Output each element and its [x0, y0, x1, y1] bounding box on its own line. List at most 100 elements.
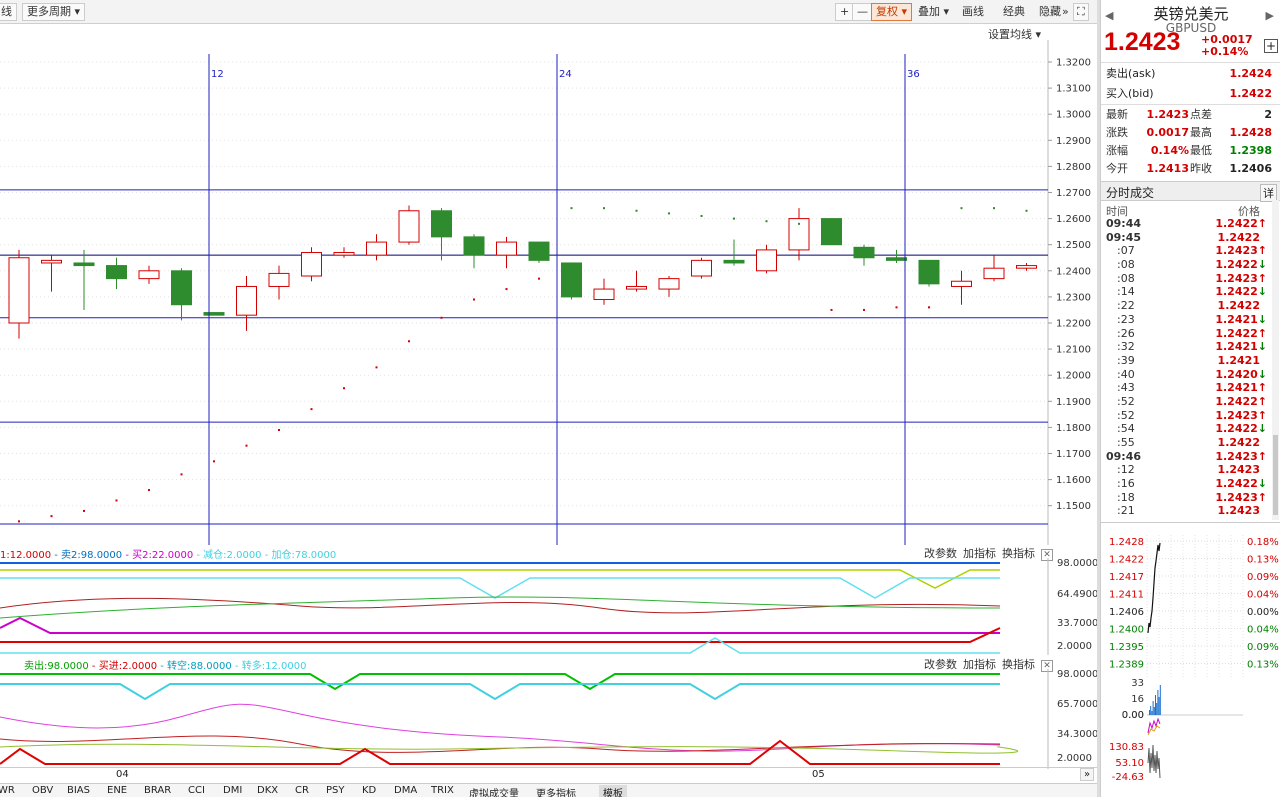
draw-line-button[interactable]: 画线 — [957, 3, 989, 21]
arrow-down-icon: ↓ — [1257, 258, 1267, 272]
indicator-tab[interactable]: TRIX — [431, 785, 454, 796]
mini-pct-label: 0.18% — [1247, 537, 1279, 548]
arrow-up-icon: ↑ — [1257, 408, 1267, 422]
ticks-scroll-thumb[interactable] — [1273, 435, 1278, 515]
tick-time: 09:44 — [1106, 217, 1142, 230]
tick-time: 09:46 — [1106, 449, 1142, 463]
ind1-tick-label: 98.0000 — [1057, 558, 1097, 569]
mini-pct-label: 0.09% — [1247, 572, 1279, 583]
indicator-tab[interactable]: BRAR — [144, 785, 171, 796]
tick-price: 1.2420↓ — [1215, 367, 1267, 381]
fullscreen-icon[interactable]: ⛶ — [1073, 3, 1089, 21]
indicator-tab[interactable]: 更多指标 — [536, 785, 576, 797]
sar-dot — [830, 308, 833, 311]
classic-button[interactable]: 经典 — [998, 3, 1030, 21]
tick-price: 1.2423 — [1217, 504, 1260, 518]
add-watchlist-button[interactable]: + — [1264, 39, 1278, 53]
tick-price: 1.2423↑ — [1215, 408, 1267, 422]
arrow-down-icon: ↓ — [1257, 477, 1267, 491]
tick-price: 1.2422↓ — [1215, 285, 1267, 299]
tick-price: 1.2422 — [1217, 436, 1260, 449]
stat-row: 涨幅 0.14% 最低 1.2398 — [1101, 142, 1280, 160]
ticks-scrollbar[interactable] — [1272, 200, 1279, 520]
period-marker-label: 36 — [907, 69, 920, 80]
ind2-tick-label: 34.3000 — [1057, 729, 1097, 740]
mini-pct-label: 0.00% — [1247, 607, 1279, 618]
stat-value: 1.2428 — [1229, 126, 1272, 139]
indicator-tab[interactable]: KD — [362, 785, 376, 796]
indicator-tab[interactable]: CCI — [188, 785, 205, 796]
candle-body — [691, 259, 712, 277]
sar-dot — [213, 460, 215, 463]
mini-price-label: 1.2417 — [1109, 572, 1144, 583]
indicator1-chart[interactable]: 98.0000 64.4900 33.7000 2.0000 — [0, 558, 1097, 655]
indicator-tab[interactable]: WR — [0, 785, 15, 796]
mini-vol-bar — [1158, 697, 1160, 715]
period-marker-label: 12 — [211, 69, 224, 80]
more-toolbar-icon[interactable]: » — [1057, 3, 1074, 21]
indicator-tab[interactable]: CR — [295, 785, 309, 796]
stat-value: 1.2413 — [1146, 162, 1189, 175]
ticks-list[interactable]: 09:44 1.2422↑ 09:45 1.2422:07 1.2423↑:08 1.24… — [1101, 217, 1271, 518]
candle-body — [463, 236, 485, 256]
more-period-dropdown[interactable]: 更多周期 ▾ — [22, 3, 86, 21]
mini-macd-signal — [1147, 725, 1161, 736]
ind1-line-cyan2 — [0, 637, 1000, 654]
tick-row: :40 1.2420↓ — [1101, 368, 1271, 382]
mini-vol-bar — [1157, 690, 1159, 715]
sar-dot — [505, 288, 508, 291]
rights-dropdown[interactable]: 复权 ▾ — [871, 3, 913, 21]
tick-price: 1.2421 — [1217, 353, 1260, 367]
intraday-mini-chart[interactable]: 1.2428 0.18% 1.2422 0.13% 1.2417 0.09% 1.2411 0… — [1101, 522, 1280, 797]
candle-body — [561, 262, 582, 298]
ind2-tick-label: 98.0000 — [1057, 669, 1097, 680]
tick-row: :18 1.2423↑ — [1101, 491, 1271, 505]
indicator-tab[interactable]: OBV — [32, 785, 53, 796]
mini-vol-bar — [1151, 711, 1153, 715]
indicator-tab[interactable]: 模板 — [599, 785, 627, 797]
mini-vol-bar — [1149, 710, 1150, 715]
mini-pct-label: 0.13% — [1247, 555, 1279, 566]
ask-row: 卖出(ask) 1.2424 — [1106, 65, 1276, 83]
arrow-up-icon: ↑ — [1257, 449, 1267, 463]
indicator-tab[interactable]: BIAS — [67, 785, 90, 796]
intraday-chart-svg: 1.2428 0.18% 1.2422 0.13% 1.2417 0.09% 1.2411 0… — [1109, 535, 1279, 783]
stat-label: 最新 — [1106, 108, 1128, 121]
arrow-up-icon: ↑ — [1257, 326, 1267, 340]
stat-value: 1.2398 — [1229, 144, 1272, 157]
indicator-tab[interactable]: PSY — [326, 785, 345, 796]
indicator-tab[interactable]: DMA — [394, 785, 417, 796]
ask-label: 卖出(ask) — [1106, 67, 1156, 80]
price-tick-label: 1.1500 — [1056, 501, 1091, 512]
overlay-dropdown[interactable]: 叠加 ▾ — [913, 3, 954, 21]
candlestick-chart[interactable]: 1.3200 1.3100 1.3000 1.2900 1.2800 1.2700 1.26… — [0, 40, 1097, 545]
candle-body — [983, 267, 1005, 280]
candle-body — [301, 252, 322, 277]
indicator-tab[interactable]: ENE — [107, 785, 127, 796]
tick-row: 09:44 1.2422↑ — [1101, 217, 1271, 231]
tick-price: 1.2422↑ — [1215, 217, 1267, 230]
candle-body — [658, 278, 680, 290]
tick-row: :12 1.2423 — [1101, 463, 1271, 477]
mini-pct-label: 0.09% — [1247, 642, 1279, 653]
zoom-out-button[interactable]: — — [852, 3, 873, 21]
tick-row: :23 1.2421↓ — [1101, 313, 1271, 327]
mini-vol-label: 16 — [1131, 694, 1144, 705]
sar-dot — [245, 444, 248, 447]
tick-time: :12 — [1117, 463, 1135, 477]
line-mode-button[interactable]: 线 — [0, 3, 17, 21]
tick-price: 1.2422 — [1217, 299, 1260, 313]
tick-time: :23 — [1117, 312, 1135, 326]
indicator-tab[interactable]: 虚拟成交量 — [469, 785, 519, 797]
scroll-right-icon[interactable]: » — [1080, 768, 1095, 781]
price-tick-label: 1.2100 — [1056, 345, 1091, 356]
indicator-tab[interactable]: DKX — [257, 785, 278, 796]
bid-row: 买入(bid) 1.2422 — [1106, 85, 1276, 103]
indicator-tabs: WR OBV BIAS ENE BRAR CCI DMI DKX CR PSY KD DMA TRIX 虚… — [0, 783, 1097, 797]
mini-price-label: 1.2428 — [1109, 537, 1144, 548]
time-label: 04 — [116, 769, 129, 780]
tick-row: :16 1.2422↓ — [1101, 477, 1271, 491]
indicator-tab[interactable]: DMI — [223, 785, 242, 796]
period-marker-label: 24 — [559, 69, 572, 80]
indicator2-chart[interactable]: 98.0000 65.7000 34.3000 2.0000 — [0, 669, 1097, 769]
